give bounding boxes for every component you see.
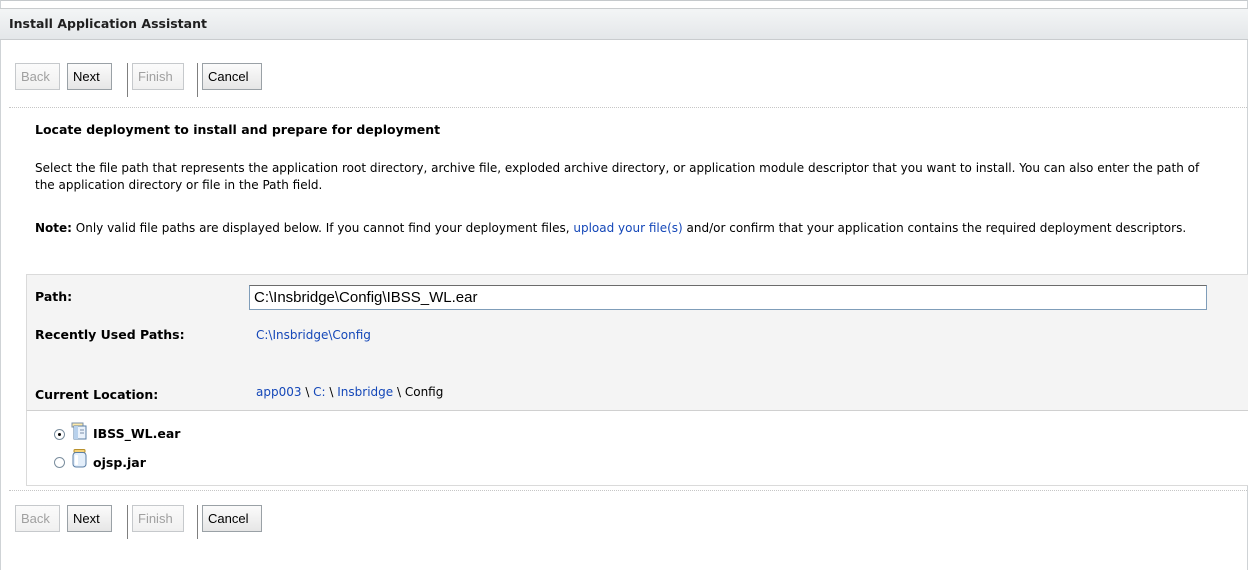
- path-label: Path:: [35, 289, 73, 304]
- button-separator: [197, 505, 198, 539]
- breadcrumb-insbridge[interactable]: Insbridge: [337, 385, 393, 399]
- next-button[interactable]: Next: [67, 63, 112, 90]
- divider: [9, 490, 1247, 491]
- file-list: IBSS_WL.ear ojsp.jar: [26, 410, 1248, 486]
- file-radio-ibss-wl-ear[interactable]: [54, 429, 65, 440]
- recent-path-link[interactable]: C:\Insbridge\Config: [256, 328, 371, 342]
- breadcrumb-separator: \: [393, 385, 405, 399]
- button-separator: [127, 505, 128, 539]
- cancel-button[interactable]: Cancel: [202, 505, 262, 532]
- recent-paths-label: Recently Used Paths:: [35, 327, 185, 342]
- path-panel: Path: Recently Used Paths: C:\Insbridge\…: [26, 274, 1248, 411]
- breadcrumb-separator: \: [325, 385, 338, 399]
- jar-archive-icon: [72, 449, 87, 471]
- note-text: Note: Only valid file paths are displaye…: [35, 220, 1215, 237]
- current-location-label: Current Location:: [35, 387, 159, 402]
- finish-button[interactable]: Finish: [132, 505, 184, 532]
- top-button-bar: Back Next Finish Cancel: [15, 63, 315, 97]
- page-heading: Locate deployment to install and prepare…: [35, 122, 441, 137]
- next-button[interactable]: Next: [67, 505, 112, 532]
- window-title: Install Application Assistant: [9, 16, 207, 31]
- note-label: Note:: [35, 221, 72, 235]
- note-text-after: and/or confirm that your application con…: [682, 221, 1187, 235]
- location-breadcrumb: app003 \ C: \ Insbridge \ Config: [256, 385, 443, 399]
- breadcrumb-config: Config: [404, 385, 444, 399]
- breadcrumb-c-drive[interactable]: C:: [313, 385, 325, 399]
- button-separator: [127, 63, 128, 97]
- path-input[interactable]: [249, 285, 1207, 310]
- ear-archive-icon: [71, 422, 87, 443]
- cancel-button[interactable]: Cancel: [202, 63, 262, 90]
- file-name-ibss-wl-ear[interactable]: IBSS_WL.ear: [93, 426, 180, 441]
- bottom-button-bar: Back Next Finish Cancel: [15, 505, 315, 539]
- upload-files-link[interactable]: upload your file(s): [573, 221, 682, 235]
- back-button[interactable]: Back: [15, 505, 60, 532]
- instructions-text: Select the file path that represents the…: [35, 161, 1200, 192]
- breadcrumb-app003[interactable]: app003: [256, 385, 302, 399]
- note-text-before: Only valid file paths are displayed belo…: [71, 221, 574, 235]
- breadcrumb-separator: \: [301, 385, 314, 399]
- divider: [9, 107, 1247, 108]
- file-name-ojsp-jar[interactable]: ojsp.jar: [93, 455, 146, 470]
- title-bar: Install Application Assistant: [0, 8, 1248, 40]
- back-button[interactable]: Back: [15, 63, 60, 90]
- finish-button[interactable]: Finish: [132, 63, 184, 90]
- file-radio-ojsp-jar[interactable]: [54, 457, 65, 468]
- button-separator: [197, 63, 198, 97]
